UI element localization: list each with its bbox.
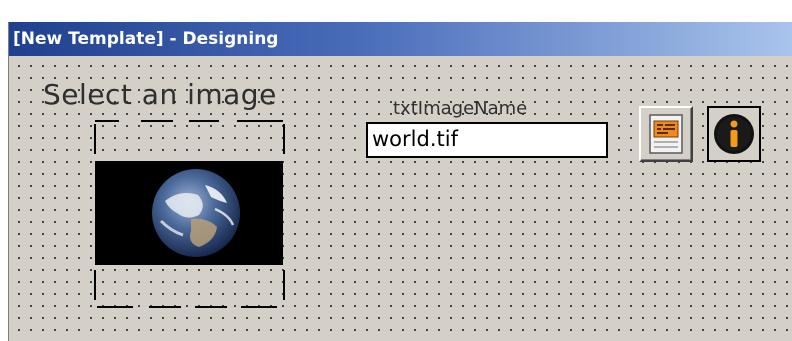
image-name-textbox[interactable]: world.tif bbox=[366, 122, 608, 158]
design-canvas[interactable]: Select an image txtImageName world.tif bbox=[9, 56, 792, 341]
image-control[interactable] bbox=[93, 120, 285, 308]
earth-image bbox=[95, 161, 283, 265]
window-title: [New Template] - Designing bbox=[9, 22, 792, 56]
form-list-button[interactable] bbox=[639, 106, 693, 162]
select-image-label[interactable]: Select an image bbox=[43, 78, 277, 111]
form-list-icon bbox=[649, 114, 683, 154]
textbox-name-label[interactable]: txtImageName bbox=[393, 98, 527, 119]
info-button[interactable] bbox=[707, 106, 761, 162]
earth-icon bbox=[152, 169, 240, 257]
designer-window: [New Template] - Designing Select an ima… bbox=[8, 22, 792, 341]
info-icon bbox=[714, 114, 754, 154]
